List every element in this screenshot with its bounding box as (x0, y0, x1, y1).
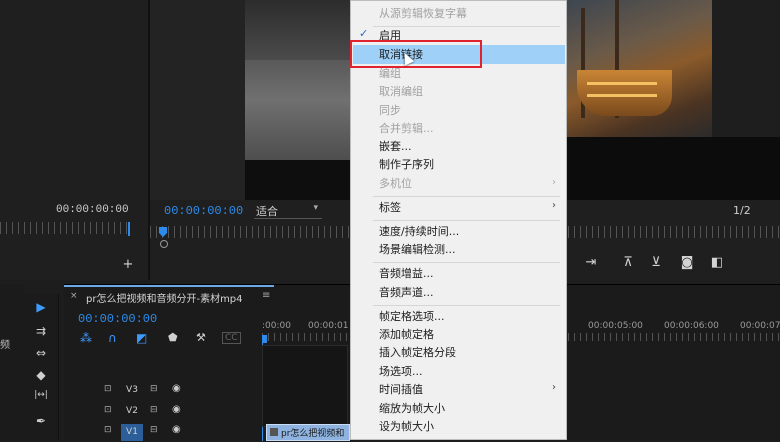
project-panel-edge: 频 (0, 284, 24, 440)
sync-lock-icon[interactable]: ⊟ (150, 425, 158, 435)
captions-icon[interactable]: CC (222, 332, 241, 344)
source-time-ruler[interactable] (0, 222, 128, 234)
resolution-ratio[interactable]: 1/2 (733, 204, 751, 217)
program-video-frame (245, 0, 350, 200)
slip-tool-icon[interactable]: |↔| (32, 390, 50, 406)
sync-lock-icon[interactable]: ⊟ (150, 384, 158, 394)
add-button-plus-icon[interactable]: + (119, 258, 137, 274)
clip-fx-icon (270, 428, 278, 436)
track-header-v2: ⊡ V2 ⊟ ◉ (64, 403, 262, 422)
overwrite-icon[interactable]: ⇥ (582, 256, 600, 272)
sequence-tab[interactable]: × pr怎么把视频和音频分开-素材mp4 ≡ (64, 285, 274, 305)
fit-dropdown-label: 适合 (256, 205, 278, 218)
menu-item-frame-hold-options[interactable]: 帧定格选项... (379, 308, 445, 326)
submenu-arrow-icon: › (552, 177, 556, 188)
program-time-ruler[interactable] (150, 226, 350, 238)
track-header-v3: ⊡ V3 ⊟ ◉ (64, 382, 262, 401)
eye-icon[interactable]: ◉ (172, 404, 181, 415)
submenu-arrow-icon: › (552, 200, 556, 211)
check-icon: ✓ (359, 27, 369, 40)
project-panel-text: 频 (0, 340, 10, 351)
annotation-highlight-box (350, 40, 482, 68)
sync-lock-icon[interactable]: ⊟ (150, 405, 158, 415)
menu-item-field-options[interactable]: 场选项... (379, 363, 423, 381)
menu-separator (373, 262, 560, 263)
timeline-playhead[interactable] (262, 335, 267, 343)
timeline-timecode[interactable]: 00:00:00:00 (78, 312, 157, 326)
ruler-tick: :00:00 (262, 321, 291, 331)
video-clip[interactable]: pr怎么把视频和 (266, 424, 350, 441)
menu-item-audio-gain[interactable]: 音频增益... (379, 265, 434, 283)
source-monitor: 00:00:00:00 + (0, 0, 148, 280)
ruler-tick: 00:00:01 (308, 321, 349, 331)
menu-item-speed-duration[interactable]: 速度/持续时间... (379, 223, 459, 241)
playhead-marker-icon (160, 240, 168, 248)
eye-icon[interactable]: ◉ (172, 383, 181, 394)
lock-icon[interactable]: ⊡ (104, 425, 112, 435)
settings-wrench-icon[interactable]: ⚒ (196, 331, 206, 344)
track-select-tool-icon[interactable]: ⇉ (32, 324, 50, 340)
menu-item-label[interactable]: 标签 (379, 199, 401, 217)
fit-dropdown[interactable]: 适合 ▾ (254, 203, 322, 219)
menu-item-set-to-frame-size[interactable]: 设为帧大小 (379, 418, 434, 436)
program-time-ruler-right[interactable] (568, 226, 780, 238)
program-video-frame-right (567, 0, 780, 200)
extract-icon[interactable]: ⊻ (647, 256, 665, 272)
menu-item-synchronize[interactable]: 同步 (379, 102, 401, 120)
track-label-active[interactable]: V1 (121, 424, 143, 441)
menu-item-scale-to-frame-size[interactable]: 缩放为帧大小 (379, 400, 445, 418)
add-marker-icon[interactable]: ⬟ (168, 331, 178, 344)
menu-item-multi-camera[interactable]: 多机位 (379, 175, 412, 193)
program-timecode[interactable]: 00:00:00:00 (164, 204, 243, 218)
submenu-arrow-icon: › (552, 382, 556, 393)
menu-separator (373, 220, 560, 221)
track-label[interactable]: V3 (121, 385, 143, 395)
menu-item-time-interpolation[interactable]: 时间插值 (379, 381, 423, 399)
pen-tool-icon[interactable]: ✒ (32, 414, 50, 430)
lift-icon[interactable]: ⊼ (619, 256, 637, 272)
timeline-toolbar: ⁂ ∩ ◩ ⬟ ⚒ CC (78, 331, 258, 347)
menu-item-ungroup[interactable]: 取消编组 (379, 83, 423, 101)
menu-separator (373, 196, 560, 197)
sequence-name: pr怎么把视频和音频分开-素材mp4 (86, 294, 243, 305)
menu-separator (373, 305, 560, 306)
menu-item-insert-frame-hold-segment[interactable]: 插入帧定格分段 (379, 344, 456, 362)
lock-icon[interactable]: ⊡ (104, 405, 112, 415)
menu-item-scene-edit-detection[interactable]: 场景编辑检测... (379, 241, 456, 259)
menu-item-restore-captions[interactable]: 从源剪辑恢复字幕 (379, 5, 467, 23)
source-timecode[interactable]: 00:00:00:00 (56, 204, 129, 216)
ship-image (567, 0, 712, 137)
menu-item-merge-clips[interactable]: 合并剪辑... (379, 120, 434, 138)
close-icon[interactable]: × (70, 291, 78, 301)
razor-tool-icon[interactable]: ◆ (32, 368, 50, 384)
track-area[interactable] (262, 345, 348, 427)
comparison-view-icon[interactable]: ◧ (708, 256, 726, 272)
eye-icon[interactable]: ◉ (172, 424, 181, 435)
lock-icon[interactable]: ⊡ (104, 384, 112, 394)
export-frame-camera-icon[interactable]: ◙ (678, 256, 696, 272)
menu-item-add-frame-hold[interactable]: 添加帧定格 (379, 326, 434, 344)
ruler-tick: 00:00:06:00 (664, 321, 719, 331)
nest-icon[interactable]: ⁂ (80, 331, 92, 345)
selection-tool-icon[interactable]: ▶ (32, 300, 50, 316)
tools-panel: ▶ ⇉ ⇔ ◆ |↔| ✒ (24, 294, 59, 440)
program-monitor-left (150, 0, 245, 200)
menu-separator (373, 26, 560, 27)
snap-magnet-icon[interactable]: ∩ (108, 331, 117, 345)
menu-item-make-subsequence[interactable]: 制作子序列 (379, 156, 434, 174)
clip-label: pr怎么把视频和 (281, 429, 345, 439)
ruler-tick: 00:00:05:00 (588, 321, 643, 331)
ripple-edit-tool-icon[interactable]: ⇔ (32, 346, 50, 362)
panel-menu-icon[interactable]: ≡ (262, 290, 270, 301)
ruler-tick: 00:00:07:00 (740, 321, 780, 331)
track-header-v1: ⊡ V1 ⊟ ◉ (64, 423, 262, 442)
menu-item-audio-channels[interactable]: 音频声道... (379, 284, 434, 302)
track-label[interactable]: V2 (121, 406, 143, 416)
linked-selection-icon[interactable]: ◩ (136, 331, 147, 345)
chevron-down-icon: ▾ (313, 203, 318, 213)
menu-item-nest[interactable]: 嵌套... (379, 138, 412, 156)
source-playhead[interactable] (128, 222, 130, 236)
